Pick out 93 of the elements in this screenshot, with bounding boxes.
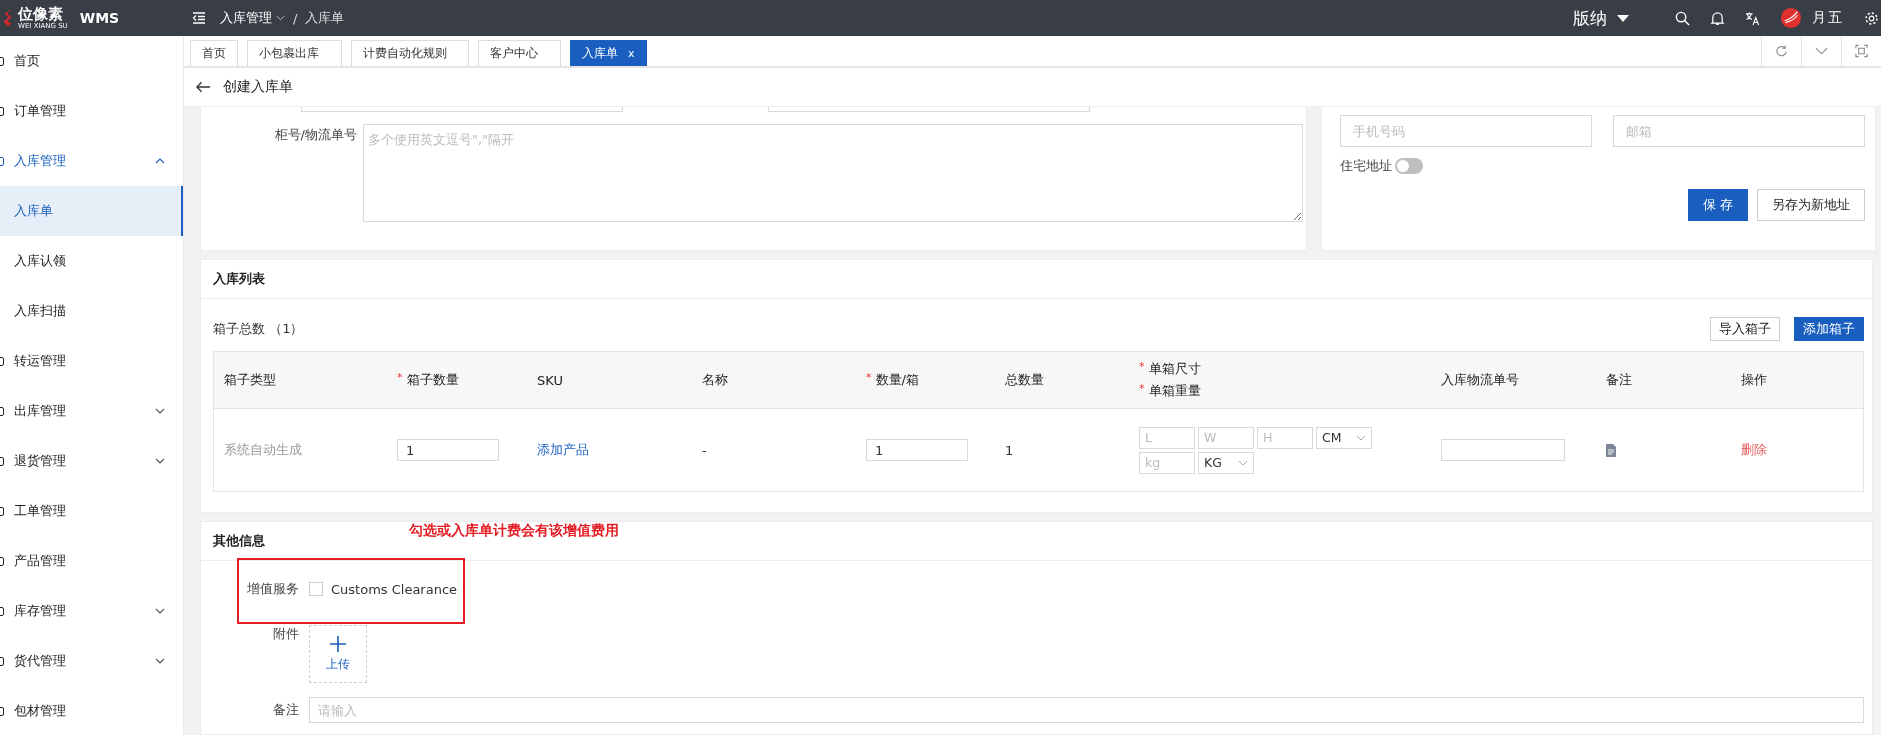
phone-field[interactable]: 手机号码 <box>1340 115 1592 147</box>
chevron-icon[interactable] <box>155 608 165 614</box>
sidebar-item[interactable]: 包材管理 <box>0 686 183 735</box>
column-header: SKU <box>537 372 563 388</box>
sidebar-subitem[interactable]: 入库认领 <box>0 236 183 286</box>
document-icon[interactable] <box>1606 443 1616 457</box>
sidebar-item[interactable]: 入库管理 <box>0 136 183 186</box>
tab[interactable]: 客户中心 <box>478 40 561 66</box>
section-title: 入库列表 <box>201 260 1872 299</box>
tab[interactable]: 首页 <box>190 40 238 66</box>
caret-icon[interactable] <box>1617 14 1629 22</box>
sidebar-item[interactable]: 转运管理 <box>0 336 183 386</box>
column-header: 数量/箱 <box>875 371 919 389</box>
logo-icon <box>2 8 14 28</box>
toggle-label: 住宅地址 <box>1340 157 1392 175</box>
sidebar-item[interactable]: 货代管理 <box>0 636 183 686</box>
required-mark: * <box>397 371 403 386</box>
table-cell: 系统自动生成 <box>224 441 302 459</box>
field-label: 增值服务 <box>246 580 299 598</box>
tab[interactable]: 计费自动化规则 <box>351 40 469 66</box>
column-header: 操作 <box>1741 371 1767 389</box>
app-name: WMS <box>79 10 120 26</box>
length-field[interactable]: L <box>1139 426 1195 449</box>
column-header: 箱子类型 <box>224 371 276 389</box>
logo-text: 位像素 <box>18 6 63 22</box>
sidebar-item[interactable]: 工单管理 <box>0 486 183 536</box>
column-header: 单箱重量 <box>1148 382 1201 400</box>
column-header: 入库物流单号 <box>1441 371 1519 389</box>
breadcrumb-item: 入库单 <box>305 9 345 27</box>
add-product-link[interactable]: 添加产品 <box>537 441 589 459</box>
sidebar-item[interactable]: 退货管理 <box>0 436 183 486</box>
sidebar-item[interactable]: 首页 <box>0 36 183 86</box>
unit-select[interactable]: KG <box>1198 451 1254 474</box>
warehouse-selector[interactable]: 版纳 <box>1573 6 1629 30</box>
sidebar-item[interactable]: 库存管理 <box>0 586 183 636</box>
sidebar-item[interactable]: 出库管理 <box>0 386 183 436</box>
page-title: 创建入库单 <box>223 78 293 96</box>
input-field[interactable] <box>301 107 623 112</box>
chevron-icon[interactable] <box>155 658 165 664</box>
avatar-icon[interactable] <box>1780 7 1802 29</box>
width-field[interactable]: W <box>1198 426 1254 449</box>
delete-link[interactable]: 删除 <box>1741 441 1767 459</box>
table-cell: - <box>702 442 707 458</box>
tracking-number-field[interactable] <box>1441 439 1565 461</box>
required-mark: * <box>866 371 872 386</box>
user-name[interactable]: 月五 <box>1812 9 1844 27</box>
required-mark: * <box>1139 382 1145 397</box>
quantity-per-box-field[interactable]: 1 <box>866 439 968 461</box>
column-header: 名称 <box>702 371 728 389</box>
plus-icon[interactable] <box>330 635 346 652</box>
search-icon[interactable] <box>1675 10 1690 26</box>
field-label: 备注 <box>272 701 299 719</box>
column-header: 箱子数量 <box>406 371 459 389</box>
column-header: 总数量 <box>1005 371 1044 389</box>
field-label: 柜号/物流单号 <box>273 126 357 144</box>
box-quantity-field[interactable]: 1 <box>397 439 499 461</box>
residential-toggle[interactable] <box>1395 158 1423 174</box>
tab[interactable]: 小包裹出库 <box>247 40 342 66</box>
note-field[interactable]: 请输入 <box>309 697 1864 723</box>
column-header: 单箱尺寸 <box>1148 360 1201 378</box>
height-field[interactable]: H <box>1257 426 1313 449</box>
sidebar-subitem[interactable]: 入库单 <box>0 186 183 236</box>
field-label: 附件 <box>272 625 299 643</box>
back-arrow-icon[interactable] <box>196 81 211 93</box>
breadcrumb-item[interactable]: 入库管理 <box>220 9 285 27</box>
tracking-numbers-field[interactable]: 多个使用英文逗号","隔开 <box>363 124 1303 222</box>
bell-icon[interactable] <box>1710 10 1725 26</box>
column-header: 备注 <box>1606 371 1632 389</box>
chevron-icon[interactable] <box>155 458 165 464</box>
settings-icon[interactable] <box>1864 10 1879 26</box>
weight-field[interactable]: kg <box>1139 451 1195 474</box>
sidebar-item[interactable]: 订单管理 <box>0 86 183 136</box>
add-box-button[interactable]: 添加箱子 <box>1794 317 1864 341</box>
save-button[interactable]: 保 存 <box>1687 189 1748 221</box>
translate-icon[interactable] <box>1745 10 1760 26</box>
breadcrumb-separator: / <box>293 10 298 26</box>
sidebar-item[interactable]: 产品管理 <box>0 536 183 586</box>
save-as-new-button[interactable]: 另存为新地址 <box>1757 189 1865 221</box>
tab[interactable]: 入库单 x <box>570 40 647 66</box>
import-boxes-button[interactable]: 导入箱子 <box>1710 317 1780 341</box>
service-checkbox[interactable]: Customs Clearance <box>309 581 458 597</box>
table-cell: 1 <box>1005 442 1014 458</box>
menu-fold-icon[interactable] <box>192 12 206 24</box>
required-mark: * <box>1139 360 1145 375</box>
annotation-text: 勾选或入库单计费会有该增值费用 <box>409 522 619 540</box>
box-total: 箱子总数 （1） <box>213 320 304 338</box>
upload-button[interactable]: 上传 <box>309 625 367 683</box>
unit-select[interactable]: CM <box>1316 426 1372 449</box>
email-field[interactable]: 邮箱 <box>1613 115 1865 147</box>
chevron-icon[interactable] <box>155 408 165 414</box>
sidebar-subitem[interactable]: 入库扫描 <box>0 286 183 336</box>
input-field[interactable] <box>768 107 1090 112</box>
chevron-icon[interactable] <box>155 158 165 164</box>
